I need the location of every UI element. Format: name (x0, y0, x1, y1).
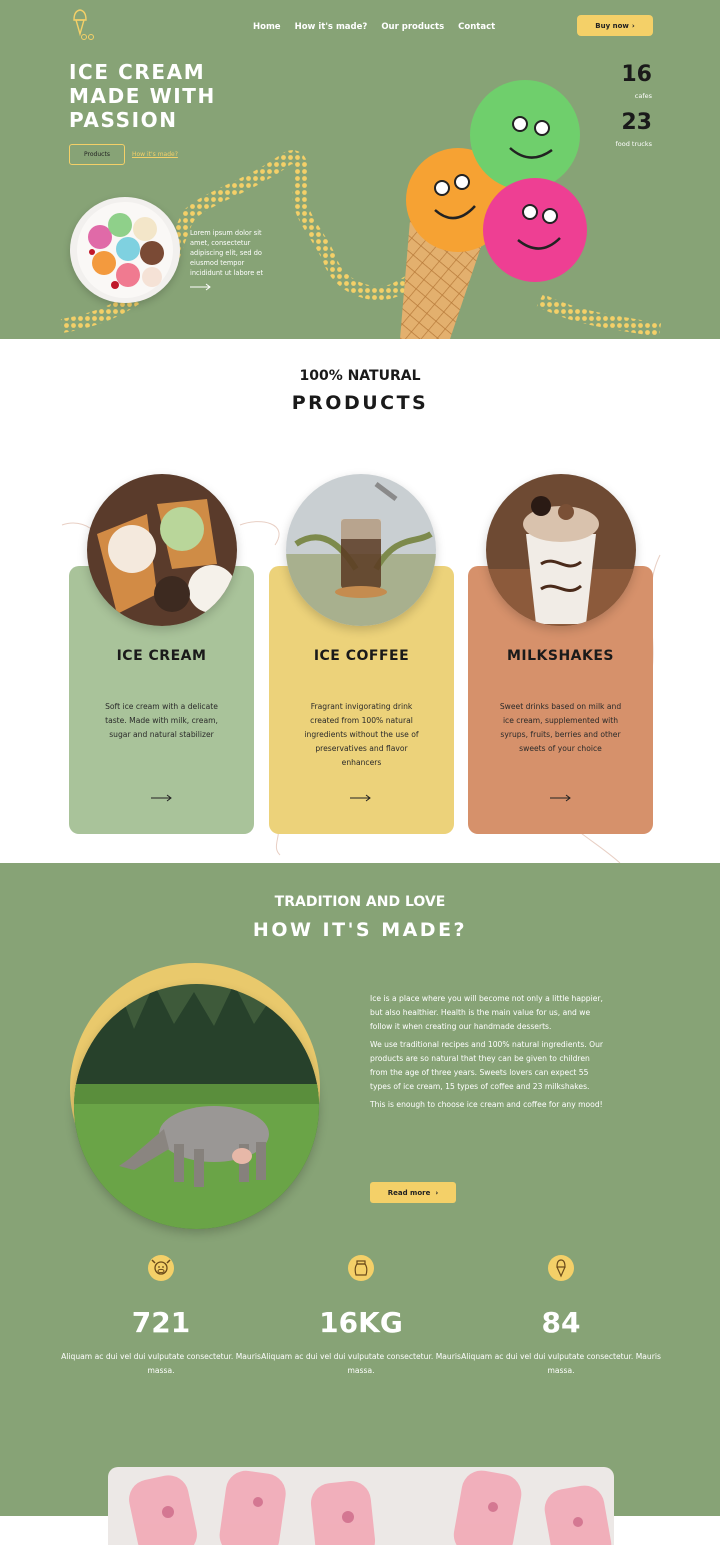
nav-contact[interactable]: Contact (458, 22, 495, 32)
cafes-count: 16 (621, 62, 652, 87)
food-trucks-count: 23 (621, 110, 652, 135)
stat-description: Aliquam ac dui vel dui vulputate consect… (261, 1352, 461, 1375)
arrow-right-icon[interactable] (550, 794, 572, 802)
hero-title-line: MADE WITH (69, 84, 216, 108)
chevron-right-icon: › (631, 21, 635, 30)
cow-icon (148, 1255, 174, 1281)
card-title: ICE COFFEE (313, 648, 410, 664)
milk-jar-icon (348, 1255, 374, 1281)
products-subtitle: 100% NATURAL (299, 368, 421, 384)
read-more-label: Read more (387, 1188, 431, 1197)
ice-cream-waffle-image (87, 474, 237, 626)
stat-description: Aliquam ac dui vel dui vulputate consect… (61, 1352, 261, 1375)
cow-image (74, 984, 319, 1229)
made-paragraph: Ice is a place where you will become not… (370, 994, 603, 1031)
hero-title: ICE CREAM MADE WITH PASSION (69, 60, 289, 132)
made-subtitle: TRADITION AND LOVE (274, 894, 446, 910)
ice-cream-icon (548, 1255, 574, 1281)
made-title: HOW IT'S MADE? (252, 919, 468, 941)
arrow-right-icon[interactable] (190, 283, 212, 291)
card-description: Soft ice cream with a delicate taste. Ma… (105, 702, 218, 739)
stat-value: 16KG (319, 1306, 403, 1339)
ice-coffee-image (286, 474, 436, 626)
cafes-label: cafes (634, 92, 652, 100)
ice-cream-plate-image (70, 197, 180, 303)
card-description: Fragrant invigorating drink created from… (304, 702, 419, 767)
buy-now-label: Buy now (595, 21, 629, 30)
read-more-button[interactable]: Read more › (370, 1182, 456, 1203)
stat-value: 84 (541, 1306, 581, 1339)
popsicles-image (108, 1467, 614, 1545)
products-button[interactable]: Products (69, 144, 125, 165)
made-paragraph: This is enough to choose ice cream and c… (370, 1100, 603, 1109)
buy-now-button[interactable]: Buy now › (577, 15, 653, 36)
how-its-made-link[interactable]: How it's made? (132, 151, 178, 158)
card-title: MILKSHAKES (506, 648, 615, 664)
card-title: ICE CREAM (116, 648, 207, 664)
brand-logo[interactable] (70, 8, 100, 40)
nav-home[interactable]: Home (253, 22, 281, 32)
nav-our-products[interactable]: Our products (381, 22, 444, 32)
food-trucks-label: food trucks (615, 140, 653, 148)
made-description: Ice is a place where you will become not… (370, 992, 606, 1116)
ice-cream-cone-image (400, 80, 587, 339)
arrow-right-icon[interactable] (151, 794, 173, 802)
products-title: PRODUCTS (291, 392, 429, 414)
hero-description: Lorem ipsum dolor sit amet, consectetur … (190, 229, 264, 277)
milkshake-image (486, 474, 636, 626)
main-nav: Home How it's made? Our products Contact (253, 22, 495, 32)
stat-description: Aliquam ac dui vel dui vulputate consect… (461, 1352, 661, 1375)
made-paragraph: We use traditional recipes and 100% natu… (370, 1040, 604, 1091)
card-description: Sweet drinks based on milk and ice cream… (499, 702, 622, 753)
chevron-right-icon: › (435, 1188, 439, 1197)
nav-how-its-made[interactable]: How it's made? (295, 22, 368, 32)
arrow-right-icon[interactable] (350, 794, 372, 802)
hero-title-line: ICE CREAM (69, 60, 206, 84)
stat-value: 721 (131, 1306, 191, 1339)
hero-title-line: PASSION (69, 108, 178, 132)
hero-section: Home How it's made? Our products Contact… (0, 0, 720, 339)
